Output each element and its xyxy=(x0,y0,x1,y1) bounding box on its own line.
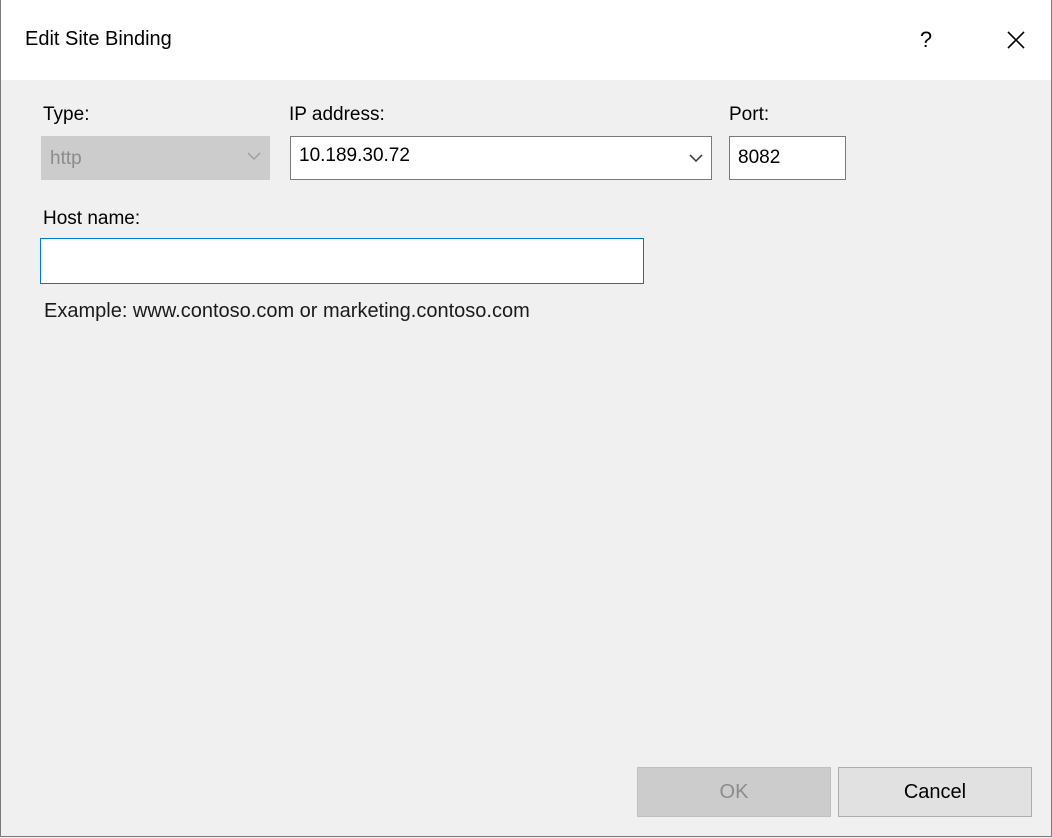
edit-site-binding-dialog: Edit Site Binding ? Type: http IP addres… xyxy=(0,0,1052,837)
chevron-down-icon[interactable] xyxy=(689,153,703,163)
type-label: Type: xyxy=(43,104,90,125)
chevron-down-icon xyxy=(247,152,261,161)
title-bar[interactable]: Edit Site Binding ? xyxy=(1,0,1051,80)
host-name-example: Example: www.contoso.com or marketing.co… xyxy=(44,300,530,322)
ip-address-value: 10.189.30.72 xyxy=(299,145,410,166)
type-value: http xyxy=(50,148,82,169)
port-input[interactable] xyxy=(730,137,845,179)
host-name-label: Host name: xyxy=(43,208,141,229)
type-combobox[interactable]: http xyxy=(41,136,270,180)
port-label: Port: xyxy=(729,104,770,125)
help-icon: ? xyxy=(919,27,933,52)
ok-button[interactable]: OK xyxy=(637,767,831,817)
cancel-button[interactable]: Cancel xyxy=(838,767,1032,817)
host-name-field[interactable] xyxy=(40,238,644,284)
ip-address-label: IP address: xyxy=(289,104,385,125)
dialog-title: Edit Site Binding xyxy=(25,28,172,50)
help-button[interactable]: ? xyxy=(901,18,951,62)
close-button[interactable] xyxy=(991,18,1041,62)
close-icon xyxy=(1007,31,1025,49)
ip-address-combobox[interactable]: 10.189.30.72 xyxy=(290,136,712,180)
host-name-input[interactable] xyxy=(41,239,643,283)
port-field[interactable] xyxy=(729,136,846,180)
